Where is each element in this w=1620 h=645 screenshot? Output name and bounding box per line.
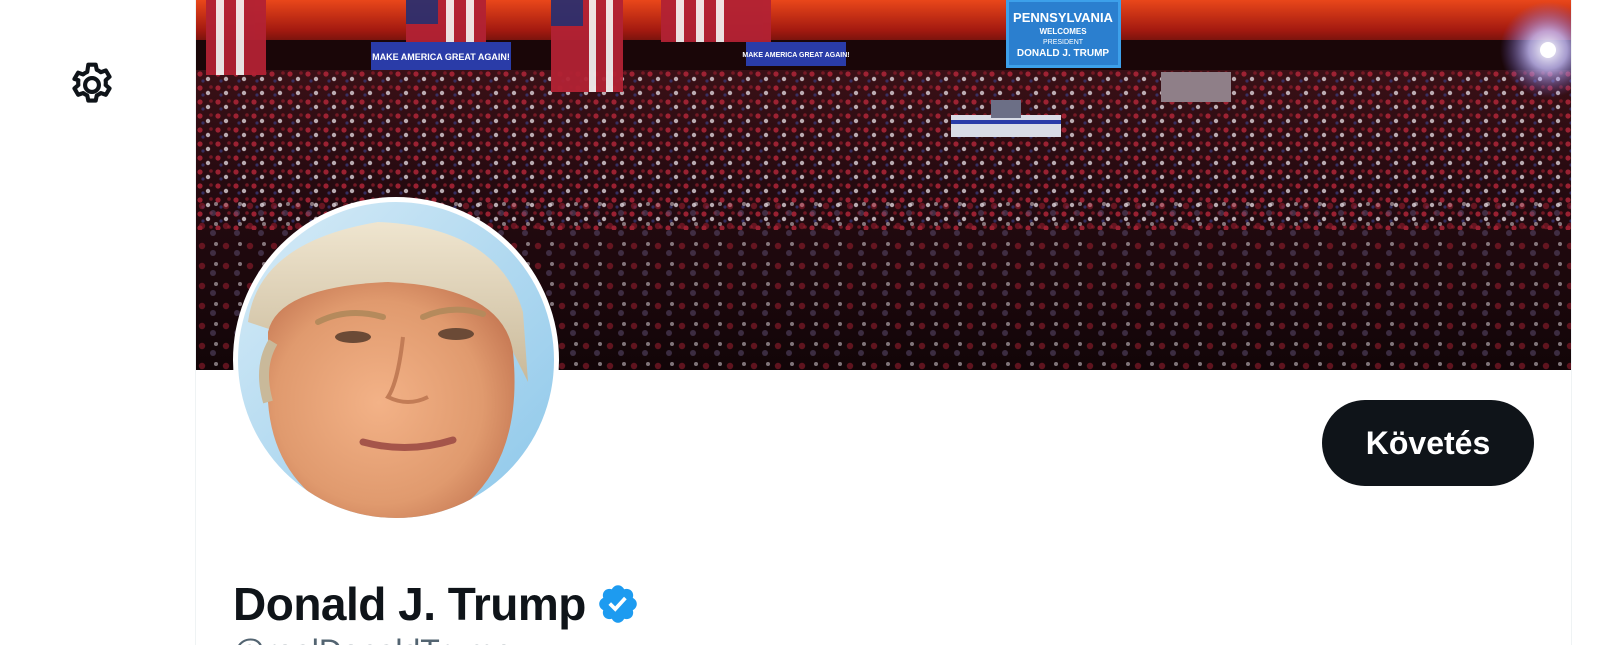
profile-page: MAKE AMERICA GREAT AGAIN! MAKE AMERICA G… xyxy=(0,0,1620,645)
screen-line-4: DONALD J. TRUMP xyxy=(1017,48,1110,59)
screen-line-3: PRESIDENT xyxy=(1043,39,1084,46)
verified-badge-icon[interactable] xyxy=(596,582,640,626)
banner-sign-secondary: MAKE AMERICA GREAT AGAIN! xyxy=(742,52,849,59)
banner-sign-main: MAKE AMERICA GREAT AGAIN! xyxy=(372,52,510,62)
profile-handle: @realDonaldTrump xyxy=(233,633,512,645)
gear-icon xyxy=(72,62,112,103)
profile-name-row: Donald J. Trump xyxy=(233,575,640,633)
profile-column: MAKE AMERICA GREAT AGAIN! MAKE AMERICA G… xyxy=(195,0,1572,645)
follow-button[interactable]: Követés xyxy=(1322,400,1534,486)
screen-line-2: WELCOMES xyxy=(1039,27,1087,36)
profile-display-name: Donald J. Trump xyxy=(233,578,586,630)
screen-line-1: PENNSYLVANIA xyxy=(1013,10,1114,25)
left-navigation xyxy=(0,0,195,645)
avatar-image xyxy=(238,202,554,518)
profile-avatar[interactable] xyxy=(233,197,559,523)
settings-button[interactable] xyxy=(62,55,122,115)
